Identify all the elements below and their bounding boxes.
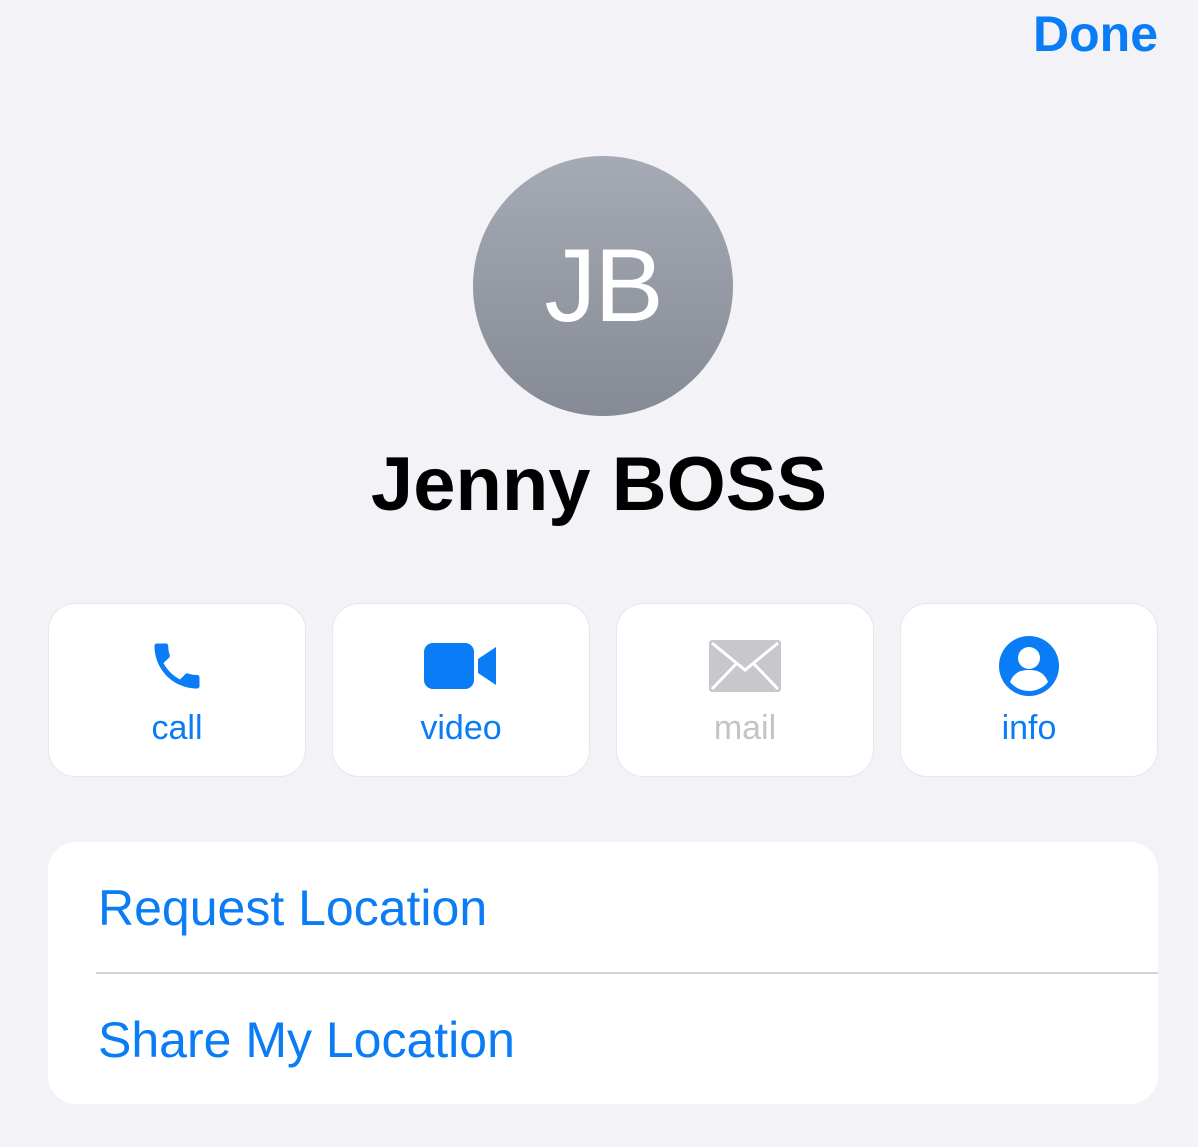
mail-label: mail (713, 709, 777, 747)
location-card: Request Location Share My Location (48, 842, 1158, 1104)
phone-icon (49, 634, 305, 698)
request-location-label: Request Location (98, 880, 488, 936)
info-button[interactable]: info (901, 604, 1157, 776)
person-circle-icon (901, 634, 1157, 698)
call-label: call (151, 709, 203, 747)
contact-name: Jenny BOSS (370, 442, 828, 527)
share-location-label: Share My Location (98, 1012, 515, 1068)
video-button[interactable]: video (333, 604, 589, 776)
video-label: video (420, 709, 502, 747)
video-camera-icon (333, 634, 589, 698)
call-button[interactable]: call (49, 604, 305, 776)
avatar-initials: JB (544, 228, 663, 344)
share-location-button[interactable]: Share My Location (48, 974, 1158, 1104)
request-location-button[interactable]: Request Location (48, 842, 1158, 972)
envelope-icon (617, 634, 873, 698)
action-buttons-row: call video mail info (49, 604, 1157, 776)
info-label: info (1001, 709, 1057, 747)
avatar: JB (473, 156, 733, 416)
done-button[interactable]: Done (1033, 4, 1158, 64)
mail-button[interactable]: mail (617, 604, 873, 776)
